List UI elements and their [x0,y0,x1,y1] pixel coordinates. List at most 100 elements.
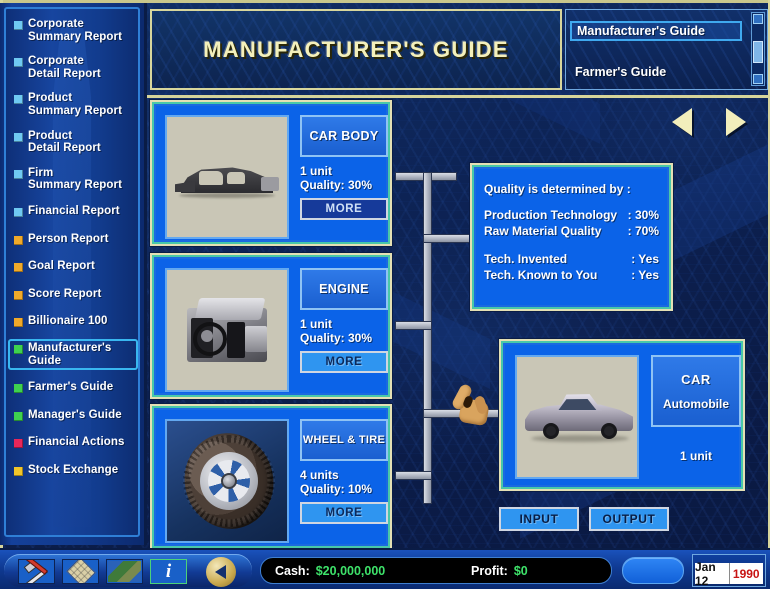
sidebar-item-label: Firm Summary Report [28,167,122,192]
engine-artwork [183,292,275,372]
sidebar-item-manufacturers-guide[interactable]: Manufacturer's Guide [12,341,138,368]
panel-inner-border: WHEEL & TIRE 4 units Quality: 10% MORE [152,406,390,548]
component-stats: 1 unit Quality: 30% [300,317,400,345]
component-quality: Quality: 10% [300,482,400,496]
more-button-car-body[interactable]: MORE [300,198,388,220]
scroll-up-icon[interactable] [753,14,763,24]
output-product-panel[interactable]: CAR Automobile 1 unit [499,339,745,491]
app-window: Corporate Summary Report Corporate Detai… [0,0,770,589]
bullet-icon [14,263,23,272]
cash-readout: Cash: $20,000,000 [275,564,385,578]
title-banner: MANUFACTURER'S GUIDE [150,9,562,90]
board-icon [66,559,96,584]
scrollbar-thumb[interactable] [753,41,763,63]
sidebar-item-corporate-detail-report[interactable]: Corporate Detail Report [12,54,138,81]
back-arrow-button[interactable] [206,557,236,587]
bullet-icon [14,412,23,421]
blue-capsule-button[interactable] [622,557,684,584]
sidebar-item-firm-summary-report[interactable]: Firm Summary Report [12,166,138,193]
sidebar-item-financial-actions[interactable]: Financial Actions [12,435,138,450]
bullet-icon [14,345,23,354]
date-year: 1990 [730,563,764,584]
scroll-down-icon[interactable] [753,74,763,84]
panel-inner-border: CAR Automobile 1 unit [501,341,743,489]
quality-row-key: Raw Material Quality [484,223,628,239]
profit-label: Profit: [471,564,508,578]
sidebar-item-goal-report[interactable]: Goal Report [12,259,138,274]
guide-list-item-manufacturers[interactable]: Manufacturer's Guide [570,21,742,41]
engine-photo [165,268,289,392]
guide-list-scrollbar[interactable] [751,12,765,86]
status-bar: i Cash: $20,000,000 Profit: $0 Jan 12 19… [0,548,770,589]
sidebar-item-stock-exchange[interactable]: Stock Exchange [12,463,138,478]
bullet-icon [14,58,23,67]
hand-pointer-icon [452,382,496,428]
sidebar-item-product-summary-report[interactable]: Product Summary Report [12,91,138,118]
tools-icon-button[interactable] [18,559,55,584]
bullet-icon [14,95,23,104]
quality-row-value: : Yes [631,267,659,283]
output-name: CAR [681,372,711,387]
sidebar-item-label: Goal Report [28,260,95,273]
connector-pipe [396,472,431,479]
more-button-wheel-tire[interactable]: MORE [300,502,388,524]
sidebar-item-score-report[interactable]: Score Report [12,287,138,302]
cash-label: Cash: [275,564,310,578]
sidebar-item-person-report[interactable]: Person Report [12,232,138,247]
output-button[interactable]: OUTPUT [589,507,669,531]
guide-list-item-farmers[interactable]: Farmer's Guide [570,62,742,82]
sidebar-item-label: Financial Actions [28,436,125,449]
bullet-icon [14,439,23,448]
info-icon: i [151,560,186,583]
connector-pipe-trunk [424,173,431,503]
component-name: ENGINE [300,268,388,310]
output-subname: Automobile [663,397,729,411]
previous-arrow-icon[interactable] [672,108,692,136]
bullet-icon [14,467,23,476]
page-title: MANUFACTURER'S GUIDE [203,37,508,63]
sidebar-item-label: Product Detail Report [28,130,101,155]
output-name-box: CAR Automobile [651,355,741,427]
guide-selector-list[interactable]: Manufacturer's Guide Farmer's Guide [565,9,768,90]
cash-value: $20,000,000 [316,564,386,578]
sidebar-item-billionaire-100[interactable]: Billionaire 100 [12,314,138,329]
input-button[interactable]: INPUT [499,507,579,531]
quality-row-key: Tech. Invented [484,251,631,267]
more-button-engine[interactable]: MORE [300,351,388,373]
tools-icon [24,562,50,582]
bullet-icon [14,236,23,245]
sidebar-item-product-detail-report[interactable]: Product Detail Report [12,129,138,156]
component-quality: Quality: 30% [300,178,400,192]
quality-info-heading: Quality is determined by : [484,181,659,197]
component-units: 1 unit [300,164,400,178]
sidebar-item-financial-report[interactable]: Financial Report [12,204,138,219]
car-body-photo [165,115,289,239]
quality-row-value: : Yes [631,251,659,267]
sidebar-item-managers-guide[interactable]: Manager's Guide [12,408,138,423]
quality-row-value: : 30% [628,207,659,223]
component-panel-car-body[interactable]: CAR BODY 1 unit Quality: 30% MORE [150,100,392,246]
component-quality: Quality: 30% [300,331,400,345]
component-stats: 4 units Quality: 10% [300,468,400,496]
car-photo [515,355,639,479]
board-icon-button[interactable] [62,559,99,584]
sidebar-item-label: Manufacturer's Guide [28,342,111,367]
component-panel-wheel-tire[interactable]: WHEEL & TIRE 4 units Quality: 10% MORE [150,404,392,550]
quality-row: Production Technology : 30% [484,207,659,223]
bullet-icon [14,291,23,300]
map-icon-button[interactable] [106,559,143,584]
sidebar-item-label: Financial Report [28,205,120,218]
car-body-artwork [175,159,279,201]
sidebar-item-farmers-guide[interactable]: Farmer's Guide [12,380,138,395]
bullet-icon [14,384,23,393]
quality-info-panel: Quality is determined by : Production Te… [470,163,673,311]
sidebar-item-corporate-summary-report[interactable]: Corporate Summary Report [12,17,138,44]
component-panel-engine[interactable]: ENGINE 1 unit Quality: 30% MORE [150,253,392,399]
component-name: WHEEL & TIRE [300,419,388,461]
panel-inner-border: ENGINE 1 unit Quality: 30% MORE [152,255,390,397]
next-arrow-icon[interactable] [726,108,746,136]
bullet-icon [14,133,23,142]
bullet-icon [14,208,23,217]
info-icon-button[interactable]: i [150,559,187,584]
quality-row-key: Production Technology [484,207,628,223]
